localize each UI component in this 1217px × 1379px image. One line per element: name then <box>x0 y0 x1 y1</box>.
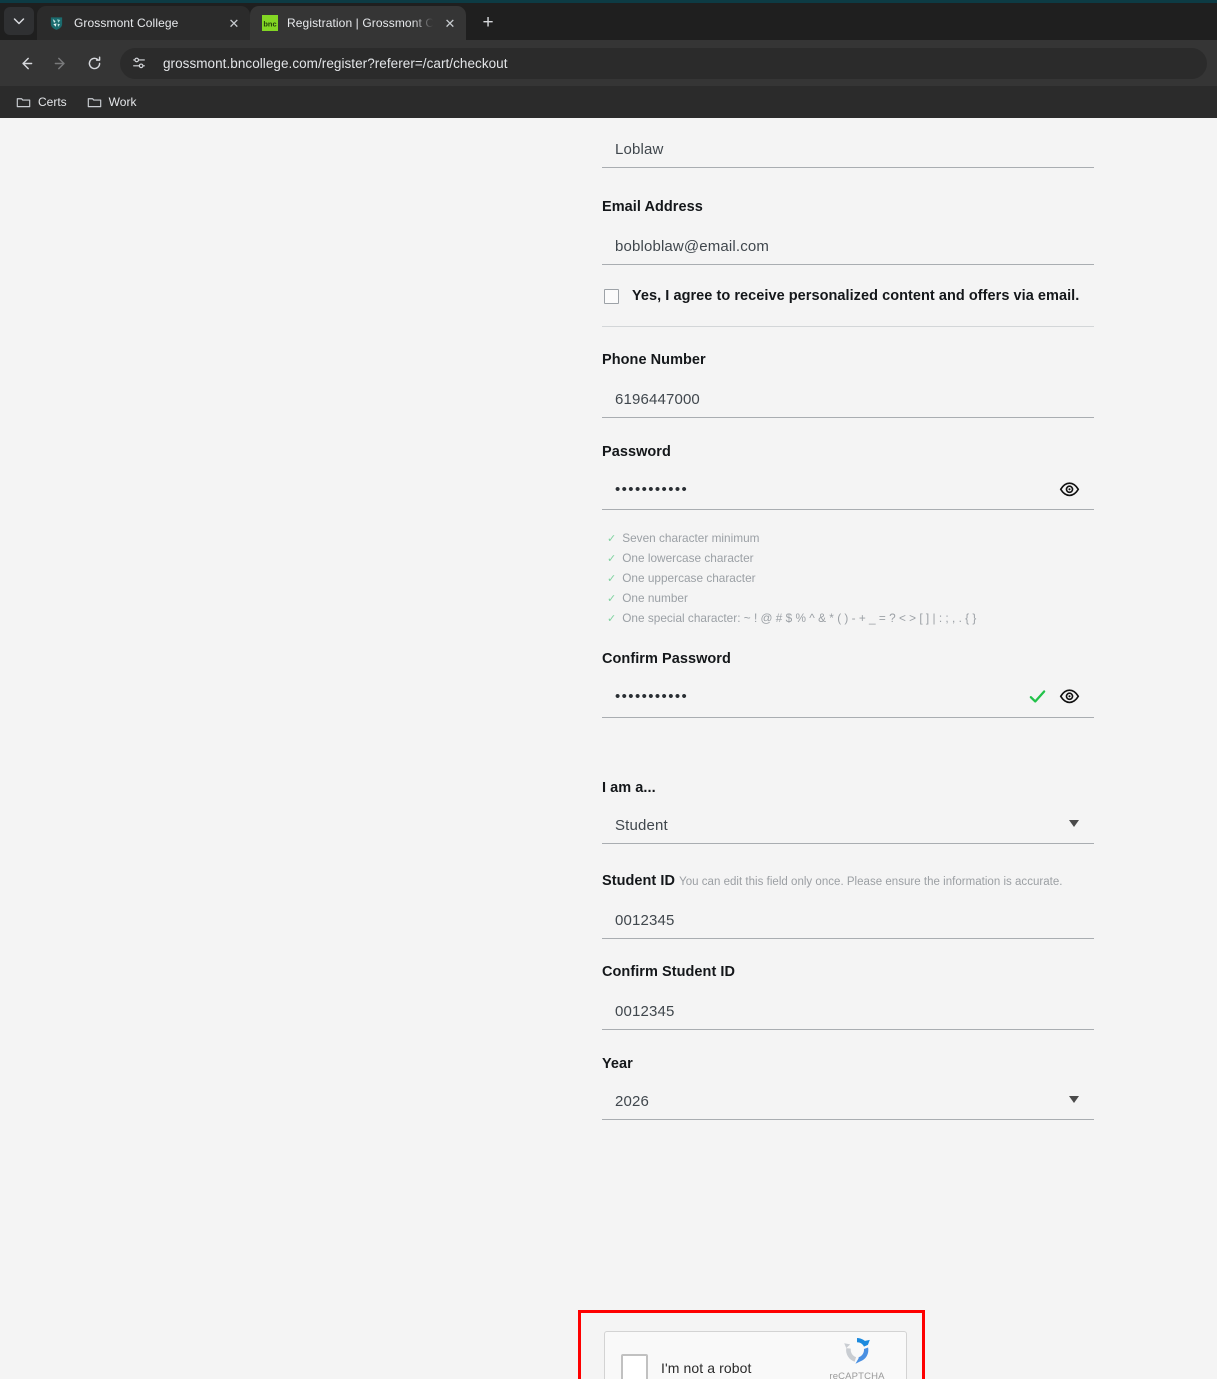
student-id-input[interactable] <box>602 906 1094 939</box>
reload-button[interactable] <box>78 47 110 79</box>
bookmark-work[interactable]: Work <box>79 91 145 114</box>
field-student-id: Student ID You can edit this field only … <box>602 873 1094 939</box>
phone-input[interactable] <box>602 385 1094 418</box>
field-year: Year 2026 <box>602 1056 1094 1120</box>
field-email: Email Address <box>602 199 1094 265</box>
password-requirement: ✓ One uppercase character <box>607 569 1094 589</box>
registration-page: Email Address Yes, I agree to receive pe… <box>0 118 1217 1379</box>
field-last-name <box>602 135 1094 168</box>
check-icon: ✓ <box>607 610 616 629</box>
requirement-text: One number <box>622 589 688 608</box>
address-bar[interactable]: grossmont.bncollege.com/register?referer… <box>120 48 1207 79</box>
close-icon[interactable]: ✕ <box>226 15 242 31</box>
recaptcha-widget[interactable]: I'm not a robot reCAPTCHA Privacy - Term… <box>604 1331 907 1379</box>
check-icon: ✓ <box>607 570 616 589</box>
recaptcha-branding: reCAPTCHA Privacy - Terms <box>819 1334 895 1379</box>
green-check-icon <box>1028 687 1047 706</box>
bookmarks-bar: Certs Work <box>0 86 1217 118</box>
password-label: Password <box>602 444 1094 460</box>
role-label: I am a... <box>602 780 1094 796</box>
recaptcha-brand-name: reCAPTCHA <box>829 1371 884 1379</box>
phone-label: Phone Number <box>602 352 1094 368</box>
password-requirement: ✓ Seven character minimum <box>607 529 1094 549</box>
recaptcha-label: I'm not a robot <box>661 1360 752 1376</box>
eye-icon[interactable] <box>1058 686 1080 708</box>
folder-icon <box>87 95 102 110</box>
check-icon: ✓ <box>607 550 616 569</box>
tab-title: Registration | Grossmont College <box>287 16 433 30</box>
requirement-text: One special character: ~ ! @ # $ % ^ & *… <box>622 609 976 628</box>
confirm-password-label: Confirm Password <box>602 651 1094 667</box>
bnc-icon: bnc <box>261 15 278 32</box>
password-requirement: ✓ One special character: ~ ! @ # $ % ^ &… <box>607 609 1094 629</box>
requirement-text: Seven character minimum <box>622 529 759 548</box>
confirm-student-id-input[interactable] <box>602 997 1094 1030</box>
marketing-consent-row[interactable]: Yes, I agree to receive personalized con… <box>602 288 1094 304</box>
browser-chrome: Grossmont College ✕ bnc Registration | G… <box>0 0 1217 118</box>
student-id-label-text: Student ID <box>602 873 675 889</box>
password-requirement: ✓ One lowercase character <box>607 549 1094 569</box>
email-label: Email Address <box>602 199 1094 215</box>
bookmark-certs[interactable]: Certs <box>8 91 75 114</box>
email-input[interactable] <box>602 232 1094 265</box>
forward-arrow-icon <box>52 55 69 72</box>
student-id-label: Student ID You can edit this field only … <box>602 873 1094 889</box>
folder-icon <box>16 95 31 110</box>
last-name-input[interactable] <box>602 135 1094 168</box>
tab-strip: Grossmont College ✕ bnc Registration | G… <box>0 0 1217 40</box>
password-requirements-list: ✓ Seven character minimum ✓ One lowercas… <box>602 529 1094 629</box>
browser-tab-registration[interactable]: bnc Registration | Grossmont College ✕ <box>250 6 466 40</box>
field-password: Password ••••••••••• ✓ Seven character m… <box>602 444 1094 629</box>
browser-toolbar: grossmont.bncollege.com/register?referer… <box>0 40 1217 86</box>
password-requirement: ✓ One number <box>607 589 1094 609</box>
check-icon: ✓ <box>607 590 616 609</box>
eye-icon[interactable] <box>1058 478 1080 500</box>
field-confirm-password: Confirm Password ••••••••••• <box>602 651 1094 717</box>
requirement-text: One lowercase character <box>622 549 753 568</box>
close-icon[interactable]: ✕ <box>442 15 458 31</box>
recaptcha-logo-icon <box>819 1334 895 1366</box>
field-role: I am a... Student <box>602 780 1094 844</box>
back-button[interactable] <box>10 47 42 79</box>
svg-text:bnc: bnc <box>263 19 276 28</box>
bookmark-label: Work <box>109 95 137 109</box>
url-text: grossmont.bncollege.com/register?referer… <box>163 56 508 71</box>
year-label: Year <box>602 1056 1094 1072</box>
requirement-text: One uppercase character <box>622 569 755 588</box>
shield-crest-icon <box>48 15 65 32</box>
student-id-hint: You can edit this field only once. Pleas… <box>679 876 1062 888</box>
site-settings-icon[interactable] <box>125 50 152 77</box>
reload-icon <box>86 55 103 72</box>
confirm-password-value[interactable]: ••••••••••• <box>602 681 1094 716</box>
tab-search-button[interactable] <box>4 7 34 35</box>
confirm-student-id-label: Confirm Student ID <box>602 964 1094 980</box>
browser-tab-grossmont-college[interactable]: Grossmont College ✕ <box>37 6 250 40</box>
marketing-consent-checkbox[interactable] <box>604 289 619 304</box>
check-icon: ✓ <box>607 530 616 549</box>
bookmark-label: Certs <box>38 95 67 109</box>
tab-title: Grossmont College <box>74 16 217 30</box>
marketing-consent-label: Yes, I agree to receive personalized con… <box>632 288 1079 304</box>
password-value[interactable]: ••••••••••• <box>602 474 1094 509</box>
chevron-down-icon <box>13 15 25 27</box>
divider <box>602 326 1094 327</box>
back-arrow-icon <box>18 55 35 72</box>
field-confirm-student-id: Confirm Student ID <box>602 964 1094 1030</box>
new-tab-button[interactable]: + <box>474 8 502 36</box>
field-phone: Phone Number <box>602 352 1094 418</box>
forward-button[interactable] <box>44 47 76 79</box>
role-select[interactable]: Student <box>602 811 1094 844</box>
year-select[interactable]: 2026 <box>602 1087 1094 1120</box>
registration-form: Email Address Yes, I agree to receive pe… <box>602 118 1094 1120</box>
recaptcha-checkbox[interactable] <box>621 1354 648 1379</box>
